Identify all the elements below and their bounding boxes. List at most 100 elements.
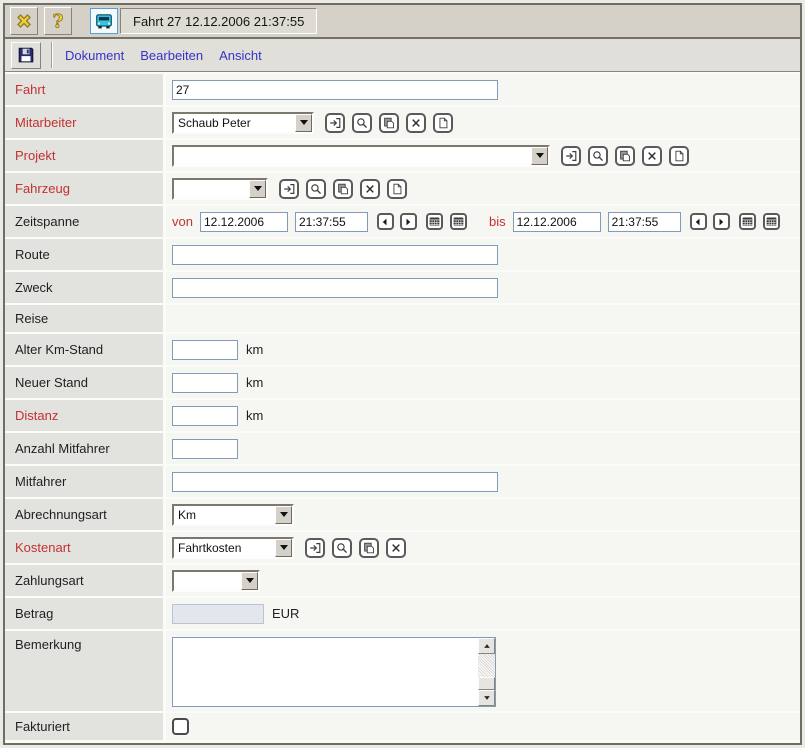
kostenart-copy-button[interactable] [359,538,379,558]
mitarbeiter-search-button[interactable] [352,113,372,133]
magnifier-icon [591,149,605,163]
mitarbeiter-goto-button[interactable] [325,113,345,133]
bemerkung-textarea[interactable] [173,638,478,706]
form-row-zweck: Zweck [5,272,800,303]
route-input[interactable] [172,245,498,265]
dropdown-arrow-icon[interactable] [275,506,292,524]
mitarbeiter-select[interactable]: Schaub Peter [172,112,314,134]
mitarbeiter-new-button[interactable] [433,113,453,133]
fakturiert-checkbox[interactable] [172,718,189,735]
form-row-betrag: Betrag EUR [5,598,800,629]
menu-item-dokument[interactable]: Dokument [65,48,124,63]
alter-km-stand-input[interactable] [172,340,238,360]
bis-time-input[interactable] [608,212,681,232]
von-date-input[interactable] [200,212,288,232]
magnifier-icon [335,541,349,555]
projekt-new-button[interactable] [669,146,689,166]
fahrt-form: Fahrt Mitarbeiter Schaub Peter Projekt [5,72,800,743]
dropdown-arrow-icon[interactable] [241,572,258,590]
scrollbar-thumb[interactable] [478,677,495,690]
close-button[interactable] [10,7,38,35]
fahrzeug-copy-button[interactable] [333,179,353,199]
bemerkung-scrollbar[interactable] [478,638,495,706]
form-row-fahrzeug: Fahrzeug [5,173,800,204]
form-row-route: Route [5,239,800,270]
menu-bar: Dokument Bearbeiten Ansicht [65,48,262,63]
mitarbeiter-clear-button[interactable] [406,113,426,133]
fahrzeug-select[interactable] [172,178,268,200]
anzahl-mitfahrer-input[interactable] [172,439,238,459]
toolbar-separator [51,42,53,68]
projekt-select[interactable] [172,145,550,167]
von-next-button[interactable] [400,213,417,230]
projekt-goto-button[interactable] [561,146,581,166]
distanz-unit: km [246,408,263,423]
bis-prev-button[interactable] [690,213,707,230]
mitarbeiter-select-value: Schaub Peter [178,116,251,130]
scrollbar-track[interactable] [478,654,495,677]
fahrzeug-search-button[interactable] [306,179,326,199]
dropdown-arrow-icon[interactable] [531,147,548,165]
projekt-copy-button[interactable] [615,146,635,166]
form-row-mitfahrer: Mitfahrer [5,466,800,497]
kostenart-clear-button[interactable] [386,538,406,558]
help-button[interactable] [44,7,72,35]
mitfahrer-input[interactable] [172,472,498,492]
scroll-up-icon [482,641,492,651]
mitarbeiter-copy-button[interactable] [379,113,399,133]
zweck-input[interactable] [172,278,498,298]
fahrzeug-goto-button[interactable] [279,179,299,199]
projekt-clear-button[interactable] [642,146,662,166]
kostenart-select[interactable]: Fahrtkosten [172,537,294,559]
magnifier-icon [309,182,323,196]
kostenart-search-button[interactable] [332,538,352,558]
bemerkung-label: Bemerkung [5,631,163,711]
clear-x-icon [645,149,659,163]
scroll-down-button[interactable] [478,690,495,706]
calendar-grid-icon [765,215,778,228]
zeitspanne-label: Zeitspanne [5,206,163,237]
kostenart-goto-button[interactable] [305,538,325,558]
menu-item-bearbeiten[interactable]: Bearbeiten [140,48,203,63]
close-icon [14,11,34,31]
fahrzeug-clear-button[interactable] [360,179,380,199]
calendar-grid-icon [741,215,754,228]
bis-date-calendar-button[interactable] [739,213,756,230]
fahrt-input[interactable] [172,80,498,100]
form-row-mitarbeiter: Mitarbeiter Schaub Peter [5,107,800,138]
bis-time-calendar-button[interactable] [763,213,780,230]
route-label: Route [5,239,163,270]
von-time-calendar-button[interactable] [450,213,467,230]
neuer-stand-input[interactable] [172,373,238,393]
clear-x-icon [409,116,423,130]
jump-to-record-icon [328,116,342,130]
projekt-search-button[interactable] [588,146,608,166]
fahrzeug-new-button[interactable] [387,179,407,199]
alter-km-stand-unit: km [246,342,263,357]
app-window: Fahrt 27 12.12.2006 21:37:55 Dokument Be… [3,3,802,745]
scroll-up-button[interactable] [478,638,495,654]
vehicle-tab-button[interactable] [90,8,118,34]
dropdown-arrow-icon[interactable] [275,539,292,557]
von-time-input[interactable] [295,212,368,232]
neuer-stand-label: Neuer Stand [5,367,163,398]
abrechnungsart-label: Abrechnungsart [5,499,163,530]
bis-next-button[interactable] [713,213,730,230]
bis-date-input[interactable] [513,212,601,232]
dropdown-arrow-icon[interactable] [295,114,312,132]
distanz-input[interactable] [172,406,238,426]
abrechnungsart-select[interactable]: Km [172,504,294,526]
von-date-calendar-button[interactable] [426,213,443,230]
zahlungsart-select[interactable] [172,570,260,592]
save-button[interactable] [11,42,41,69]
bis-label: bis [489,214,506,229]
fahrzeug-label: Fahrzeug [5,173,163,204]
kostenart-select-value: Fahrtkosten [178,541,241,555]
von-prev-button[interactable] [377,213,394,230]
dropdown-arrow-icon[interactable] [249,180,266,198]
von-label: von [172,214,193,229]
menu-item-ansicht[interactable]: Ansicht [219,48,262,63]
jump-to-record-icon [282,182,296,196]
new-document-icon [390,182,404,196]
fakturiert-label: Fakturiert [5,713,163,740]
